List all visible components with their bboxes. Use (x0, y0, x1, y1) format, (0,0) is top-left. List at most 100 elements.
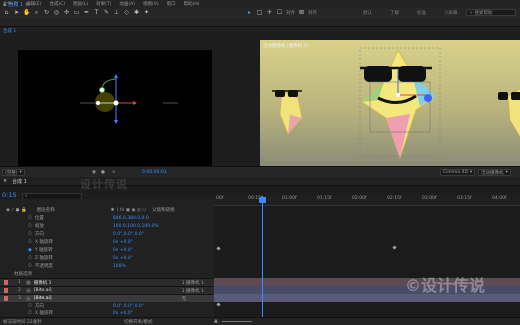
layer-name[interactable]: 摄像机 1 (34, 280, 144, 286)
clone-tool-icon[interactable]: ⊥ (113, 9, 120, 16)
property-row-x-rotation[interactable]: ⏱ X 轴旋转 0x +0.0° (0, 238, 214, 246)
timeline-tab-label[interactable]: 合成 1 (12, 178, 27, 185)
property-value[interactable]: 100.0,100.0,100.0% (113, 224, 159, 229)
stopwatch-icon[interactable]: ⏱ (28, 231, 32, 237)
view-value: 活动摄像机 (481, 170, 504, 176)
property-value[interactable]: 0x +0.0° (113, 256, 133, 261)
stopwatch-icon[interactable]: ⏱ (28, 223, 32, 229)
snap-toggle-icon[interactable]: ⊠ (298, 9, 305, 16)
rectangle-tool-icon[interactable]: ▭ (73, 9, 80, 16)
property-value[interactable]: 846.0,384.0,0.0 (113, 216, 149, 221)
property-value[interactable]: 0.0°,0.0°,0.0° (113, 304, 144, 309)
stopwatch-icon[interactable]: ⏱ (28, 263, 32, 269)
property-row-position[interactable]: ⏱ 位置 846.0,384.0,0.0 (0, 214, 214, 222)
composition-tab-close-icon[interactable]: ≡ (25, 2, 29, 8)
property-value[interactable]: 0x +0.0° (113, 248, 133, 253)
menu-layer[interactable]: 图层(L) (73, 1, 88, 7)
layer-name[interactable]: [Bite.ai] (34, 288, 144, 293)
layer-row[interactable]: 2 ▣ [Bite.ai] 1.摄像机 1 (0, 286, 214, 294)
active-camera-viewer[interactable]: 活动摄像机 (摄像机 1) (260, 40, 520, 166)
menu-view[interactable]: 视图(V) (143, 1, 159, 7)
snap-box-icon[interactable]: ☐ (276, 9, 283, 16)
property-value[interactable]: 0x +0.0° (113, 240, 133, 245)
playhead-handle[interactable] (259, 197, 266, 203)
composition-tab[interactable]: ▪ 合成 1 ≡ (3, 1, 29, 9)
zoom-dropdown[interactable]: (完整) ▾ (2, 169, 25, 176)
workspace-learn[interactable]: 了解 (390, 10, 399, 16)
workspace-standard[interactable]: 标准 (417, 10, 426, 16)
layer-color-swatch[interactable] (4, 280, 8, 285)
home-icon[interactable]: ⌂ (3, 9, 10, 16)
breadcrumb[interactable]: 合成 1 (3, 28, 16, 34)
keyframe-nav-icon[interactable]: ◆ (28, 247, 32, 253)
toggle-switches-modes[interactable]: 切换开关/模式 (124, 319, 153, 325)
stopwatch-icon[interactable]: ⏱ (28, 255, 32, 261)
layer-parent[interactable]: 无 (182, 296, 187, 302)
help-search-placeholder: 搜索帮助 (474, 10, 493, 16)
menu-window[interactable]: 窗口 (167, 1, 176, 7)
layer-number: 3 (18, 296, 21, 301)
composition-tab-label: 合成 1 (8, 2, 24, 8)
type-tool-icon[interactable]: T (93, 9, 100, 16)
help-search-input[interactable]: ⌕ 搜索帮助 (466, 9, 516, 16)
layer-name[interactable]: [Bite.ai] (34, 296, 144, 301)
chevron-down-icon: ▾ (505, 170, 508, 175)
property-value[interactable]: 100% (113, 264, 126, 269)
property-row-z-rotation[interactable]: ⏱ Z 轴旋转 0x +0.0° (0, 254, 214, 262)
workspace-default[interactable]: 默认 (363, 10, 372, 16)
color-channel-icon[interactable]: ● (101, 170, 105, 175)
roto-tool-icon[interactable]: ✱ (133, 9, 140, 16)
snapshot-icon[interactable]: ◉ (92, 170, 96, 175)
stopwatch-icon[interactable]: ⏱ (28, 215, 32, 221)
eraser-tool-icon[interactable]: ◇ (123, 9, 130, 16)
zoom-slider[interactable] (222, 321, 252, 322)
axis-tool-icon[interactable]: ▸ (246, 9, 253, 16)
pen-tool-icon[interactable]: ✒ (83, 9, 90, 16)
rotate-tool-icon[interactable]: ↻ (43, 9, 50, 16)
property-row-y-rotation[interactable]: ◆ Y 轴旋转 0x +0.0° (0, 246, 214, 254)
stopwatch-icon[interactable]: ⏱ (28, 239, 32, 245)
layer-row-selected[interactable]: 3 ▣ [Bite.ai] 无 (0, 294, 214, 302)
viewer-timecode[interactable]: 0:00:00:03 (142, 170, 167, 175)
layer-parent[interactable]: 1.摄像机 1 (182, 288, 204, 294)
left-viewer[interactable] (18, 50, 212, 166)
property-row-x-rotation-2[interactable]: ⏱ X 轴旋转 0x +0.0° (0, 309, 214, 317)
hand-tool-icon[interactable]: ✋ (23, 9, 30, 16)
menu-composition[interactable]: 合成(C) (49, 1, 65, 7)
stopwatch-icon[interactable]: ⏱ (28, 310, 32, 316)
close-icon[interactable]: × (3, 178, 7, 184)
snap-cross-icon[interactable]: ✛ (266, 9, 273, 16)
align-label: 对齐 (308, 10, 317, 16)
layer-name-header[interactable]: 图层名称 (37, 207, 55, 213)
view-dropdown[interactable]: 活动摄像机 ▾ (478, 169, 511, 176)
exposure-icon[interactable]: ± (112, 170, 116, 175)
toolbar: ⌂ ➤ ✋ ⌕ ↻ ◎ ✣ ▭ ✒ T ✎ ⊥ ◇ ✱ ✦ ▸ □ ✛ ☐ 对齐… (0, 7, 520, 18)
zoom-tool-icon[interactable]: ⌕ (33, 9, 40, 16)
brush-tool-icon[interactable]: ✎ (103, 9, 110, 16)
menu-animation[interactable]: 动画(A) (119, 1, 135, 7)
zoom-out-icon[interactable]: ▲ (214, 318, 218, 324)
snap-square-icon[interactable]: □ (256, 9, 263, 16)
property-value[interactable]: 0.0°,0.0°,0.0° (113, 232, 144, 237)
selection-tool-icon[interactable]: ➤ (13, 9, 20, 16)
renderer-dropdown[interactable]: Cinema 4D ▾ (440, 169, 476, 176)
property-row-scale[interactable]: ⏱ 缩放 100.0,100.0,100.0% (0, 222, 214, 230)
timeline-timecode[interactable]: 0:15 (2, 191, 17, 199)
property-row-orientation[interactable]: ⏱ 方向 0.0°,0.0°,0.0° (0, 230, 214, 238)
puppet-tool-icon[interactable]: ✦ (143, 9, 150, 16)
scene-render (272, 47, 520, 160)
menu-effect[interactable]: 效果(T) (96, 1, 111, 7)
parent-header[interactable]: 父级和链接 (152, 207, 175, 213)
layer-color-swatch[interactable] (4, 288, 8, 293)
property-value[interactable]: 0x +0.0° (113, 311, 133, 316)
material-options-row[interactable]: 材质选项 (0, 270, 214, 278)
menu-help[interactable]: 帮助(H) (184, 1, 200, 7)
camera-tool-icon[interactable]: ◎ (53, 9, 60, 16)
workspace-small-screen[interactable]: 小屏幕 (444, 10, 458, 16)
layer-color-swatch[interactable] (4, 296, 8, 301)
playhead[interactable] (262, 196, 263, 317)
layer-parent[interactable]: 1.摄像机 1 (182, 280, 204, 286)
layer-row[interactable]: 1 ■ 摄像机 1 1.摄像机 1 (0, 278, 214, 286)
pan-behind-tool-icon[interactable]: ✣ (63, 9, 70, 16)
property-row-opacity[interactable]: ⏱ 不透明度 100% (0, 262, 214, 270)
